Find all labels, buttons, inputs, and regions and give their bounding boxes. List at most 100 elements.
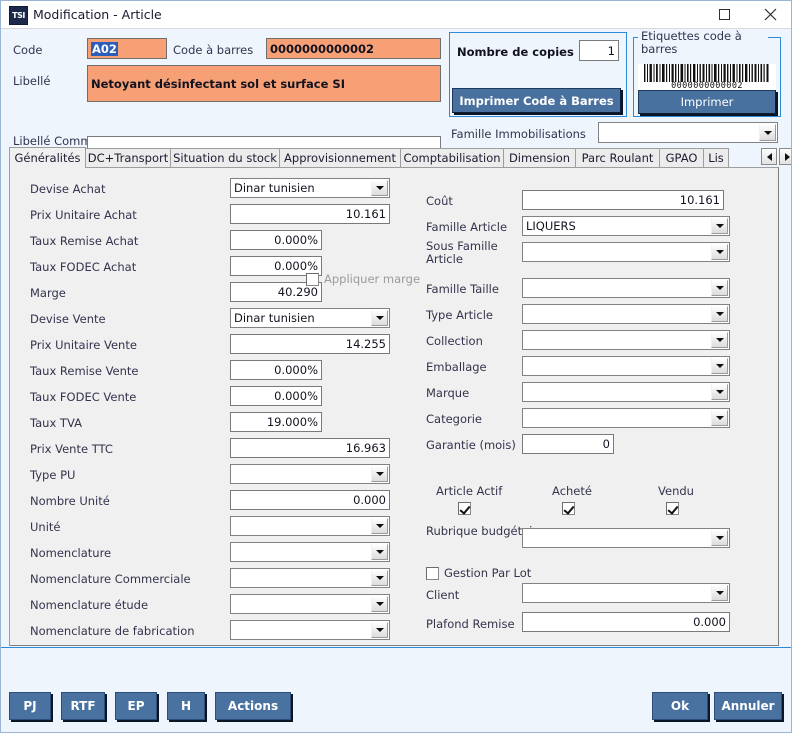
appliquer-marge-checkbox[interactable]: Appliquer marge bbox=[306, 273, 420, 286]
close-button[interactable] bbox=[747, 1, 791, 28]
libelle-input[interactable]: Netoyant désinfectant sol et surface SI bbox=[87, 65, 441, 102]
left-input-prix-unitaire-vente[interactable]: 14.255 bbox=[230, 334, 390, 354]
flag-label-vendu: Vendu bbox=[658, 484, 694, 498]
footer-button-actions[interactable]: Actions bbox=[215, 692, 291, 720]
code-label: Code bbox=[13, 43, 43, 57]
tab-dc-transport[interactable]: DC+Transport bbox=[85, 148, 171, 167]
chevron-down-icon[interactable] bbox=[371, 596, 388, 612]
chevron-down-icon[interactable] bbox=[371, 466, 388, 482]
left-label-prix-unitaire-vente: Prix Unitaire Vente bbox=[30, 338, 137, 352]
left-label-taux-remise-vente: Taux Remise Vente bbox=[30, 364, 139, 378]
chevron-down-icon[interactable] bbox=[371, 310, 388, 326]
footer-button-ep[interactable]: EP bbox=[115, 692, 157, 720]
appliquer-marge-box[interactable] bbox=[306, 273, 319, 286]
title-bar: TSI Modification - Article bbox=[1, 1, 791, 29]
left-input-taux-fodec-vente[interactable]: 0.000% bbox=[230, 386, 322, 406]
footer-button-rtf[interactable]: RTF bbox=[61, 692, 105, 720]
right-label-co-t: Coût bbox=[426, 194, 453, 208]
left-label-devise-vente: Devise Vente bbox=[30, 312, 106, 326]
footer-button-h[interactable]: H bbox=[167, 692, 205, 720]
chevron-down-icon[interactable] bbox=[711, 530, 728, 546]
left-input-taux-remise-vente[interactable]: 0.000% bbox=[230, 360, 322, 380]
left-combo-nomenclature-tude[interactable] bbox=[230, 594, 390, 614]
tab-scroll-prev-button[interactable] bbox=[761, 148, 777, 165]
chevron-down-icon[interactable] bbox=[371, 544, 388, 560]
right-label-type-article: Type Article bbox=[426, 308, 493, 322]
client-label: Client bbox=[426, 588, 460, 602]
flag-checkbox-vendu[interactable] bbox=[666, 502, 679, 515]
tab-g-n-ralit-s[interactable]: Généralités bbox=[9, 147, 86, 168]
copies-label: Nombre de copies bbox=[457, 45, 574, 59]
famille-immo-combo[interactable] bbox=[598, 122, 778, 143]
tab-approvisionnement[interactable]: Approvisionnement bbox=[279, 148, 401, 167]
code-input[interactable]: A02 bbox=[87, 38, 167, 59]
tab-parc-roulant[interactable]: Parc Roulant bbox=[575, 148, 660, 167]
left-combo-type-pu[interactable] bbox=[230, 464, 390, 484]
chevron-down-icon[interactable] bbox=[711, 585, 728, 601]
chevron-down-icon[interactable] bbox=[711, 244, 728, 260]
chevron-down-icon[interactable] bbox=[711, 306, 728, 322]
right-input-garantie-mois[interactable]: 0 bbox=[522, 434, 614, 454]
chevron-down-icon[interactable] bbox=[711, 218, 728, 234]
left-input-nombre-unit[interactable]: 0.000 bbox=[230, 490, 390, 510]
tab-gpao[interactable]: GPAO bbox=[659, 148, 704, 167]
tab-comptabilisation[interactable]: Comptabilisation bbox=[400, 148, 504, 167]
left-input-taux-tva[interactable]: 19.000% bbox=[230, 412, 322, 432]
right-combo-type-article[interactable] bbox=[522, 304, 730, 324]
chevron-down-icon[interactable] bbox=[371, 570, 388, 586]
left-input-taux-remise-achat[interactable]: 0.000% bbox=[230, 230, 322, 250]
left-label-taux-fodec-vente: Taux FODEC Vente bbox=[30, 390, 137, 404]
chevron-down-icon[interactable] bbox=[711, 384, 728, 400]
gestion-par-lot-checkbox[interactable]: Gestion Par Lot bbox=[426, 566, 531, 580]
maximize-button[interactable] bbox=[701, 1, 747, 28]
footer-button-annuler[interactable]: Annuler bbox=[714, 692, 782, 720]
print-labels-button[interactable]: Imprimer bbox=[638, 90, 776, 114]
tab-situation-du-stock[interactable]: Situation du stock bbox=[170, 148, 280, 167]
chevron-down-icon[interactable] bbox=[711, 280, 728, 296]
right-combo-sous-famille-article[interactable] bbox=[522, 242, 730, 262]
left-input-prix-vente-ttc[interactable]: 16.963 bbox=[230, 438, 390, 458]
tab-scroll-next-button[interactable] bbox=[779, 148, 791, 165]
chevron-down-icon[interactable] bbox=[371, 180, 388, 196]
rubrique-combo[interactable] bbox=[522, 528, 730, 548]
left-label-type-pu: Type PU bbox=[30, 468, 76, 482]
flag-checkbox-achet-[interactable] bbox=[562, 502, 575, 515]
footer-button-pj[interactable]: PJ bbox=[9, 692, 51, 720]
chevron-down-icon[interactable] bbox=[711, 332, 728, 348]
right-combo-emballage[interactable] bbox=[522, 356, 730, 376]
right-input-co-t[interactable]: 10.161 bbox=[522, 190, 724, 210]
left-combo-nomenclature-de-fabrication[interactable] bbox=[230, 620, 390, 640]
right-combo-collection[interactable] bbox=[522, 330, 730, 350]
left-combo-nomenclature-commerciale[interactable] bbox=[230, 568, 390, 588]
left-combo-devise-vente[interactable]: Dinar tunisien bbox=[230, 308, 390, 328]
right-combo-categorie[interactable] bbox=[522, 408, 730, 428]
chevron-down-icon[interactable] bbox=[711, 358, 728, 374]
chevron-down-icon[interactable] bbox=[371, 622, 388, 638]
right-combo-famille-taille[interactable] bbox=[522, 278, 730, 298]
flag-checkbox-article-actif[interactable] bbox=[458, 502, 471, 515]
chevron-down-icon[interactable] bbox=[759, 124, 776, 141]
footer-button-ok[interactable]: Ok bbox=[652, 692, 708, 720]
chevron-down-icon[interactable] bbox=[711, 410, 728, 426]
footer-bar: PJ RTF EP H Actions Ok Annuler bbox=[1, 647, 791, 732]
tab-lis[interactable]: Lis bbox=[703, 148, 729, 167]
right-combo-marque[interactable] bbox=[522, 382, 730, 402]
left-input-prix-unitaire-achat[interactable]: 10.161 bbox=[230, 204, 390, 224]
gestion-par-lot-label: Gestion Par Lot bbox=[444, 566, 532, 580]
left-label-unit: Unité bbox=[30, 520, 61, 534]
right-combo-famille-article[interactable]: LIQUERS bbox=[522, 216, 730, 236]
plafond-remise-label: Plafond Remise bbox=[426, 617, 515, 631]
chevron-down-icon[interactable] bbox=[371, 518, 388, 534]
gestion-par-lot-box[interactable] bbox=[426, 566, 439, 580]
print-barcode-button[interactable]: Imprimer Code à Barres bbox=[452, 88, 621, 113]
copies-input[interactable]: 1 bbox=[579, 40, 619, 61]
tab-dimension[interactable]: Dimension bbox=[503, 148, 576, 167]
left-combo-nomenclature[interactable] bbox=[230, 542, 390, 562]
left-combo-devise-achat[interactable]: Dinar tunisien bbox=[230, 178, 390, 198]
left-label-prix-vente-ttc: Prix Vente TTC bbox=[30, 442, 113, 456]
barcode-input[interactable]: 0000000000002 bbox=[266, 38, 441, 59]
left-combo-unit[interactable] bbox=[230, 516, 390, 536]
left-label-nomenclature-commerciale: Nomenclature Commerciale bbox=[30, 572, 191, 586]
plafond-remise-input[interactable]: 0.000 bbox=[522, 612, 730, 632]
client-combo[interactable] bbox=[522, 583, 730, 603]
